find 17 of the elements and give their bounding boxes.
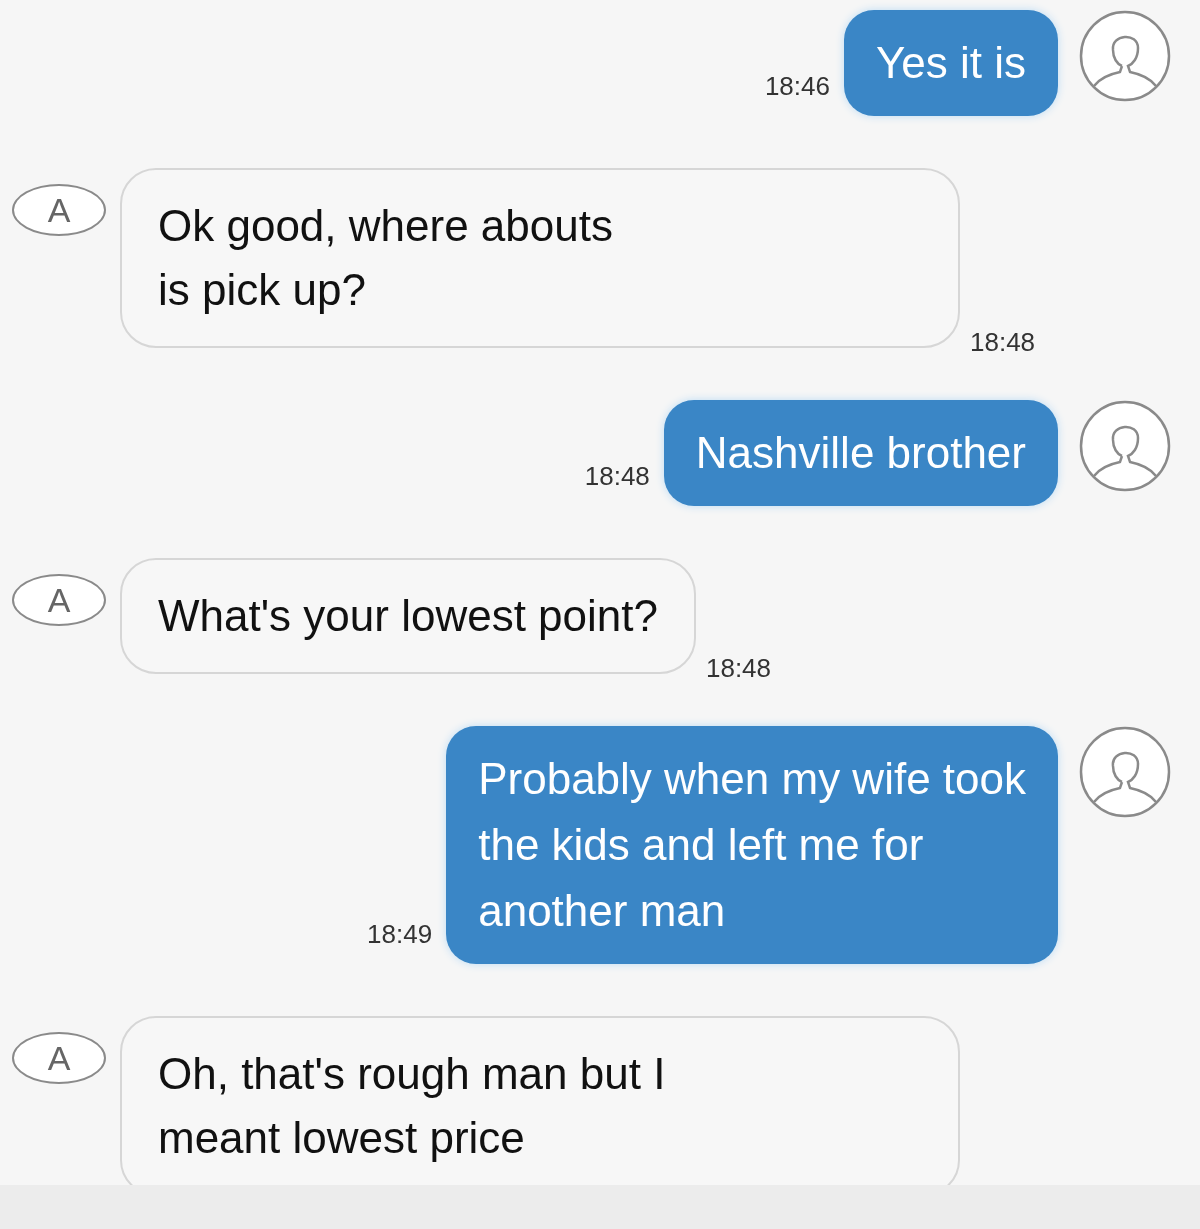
message-text: Oh, that's rough man but I meant lowest price bbox=[158, 1049, 666, 1162]
message-time: 18:46 bbox=[764, 70, 830, 103]
message-time: 18:48 bbox=[584, 460, 650, 493]
person-avatar-icon bbox=[1078, 400, 1172, 492]
message-time: 18:48 bbox=[705, 652, 772, 685]
message-text: Yes it is bbox=[876, 38, 1026, 87]
contact-avatar: A bbox=[12, 1032, 106, 1084]
message-time: 18:49 bbox=[367, 918, 433, 951]
message-text: What's your lowest point? bbox=[158, 591, 658, 640]
person-avatar-icon bbox=[1078, 726, 1172, 818]
contact-avatar: A bbox=[12, 574, 106, 626]
person-avatar-icon bbox=[1078, 10, 1172, 102]
contact-avatar: A bbox=[12, 184, 106, 236]
message-text: Probably when my wife took the kids and left me for another man bbox=[478, 754, 1026, 935]
message-text: Nashville brother bbox=[695, 428, 1026, 477]
message-text: Ok good, where abouts is pick up? bbox=[158, 201, 613, 314]
message-time: 18:48 bbox=[970, 326, 1036, 359]
